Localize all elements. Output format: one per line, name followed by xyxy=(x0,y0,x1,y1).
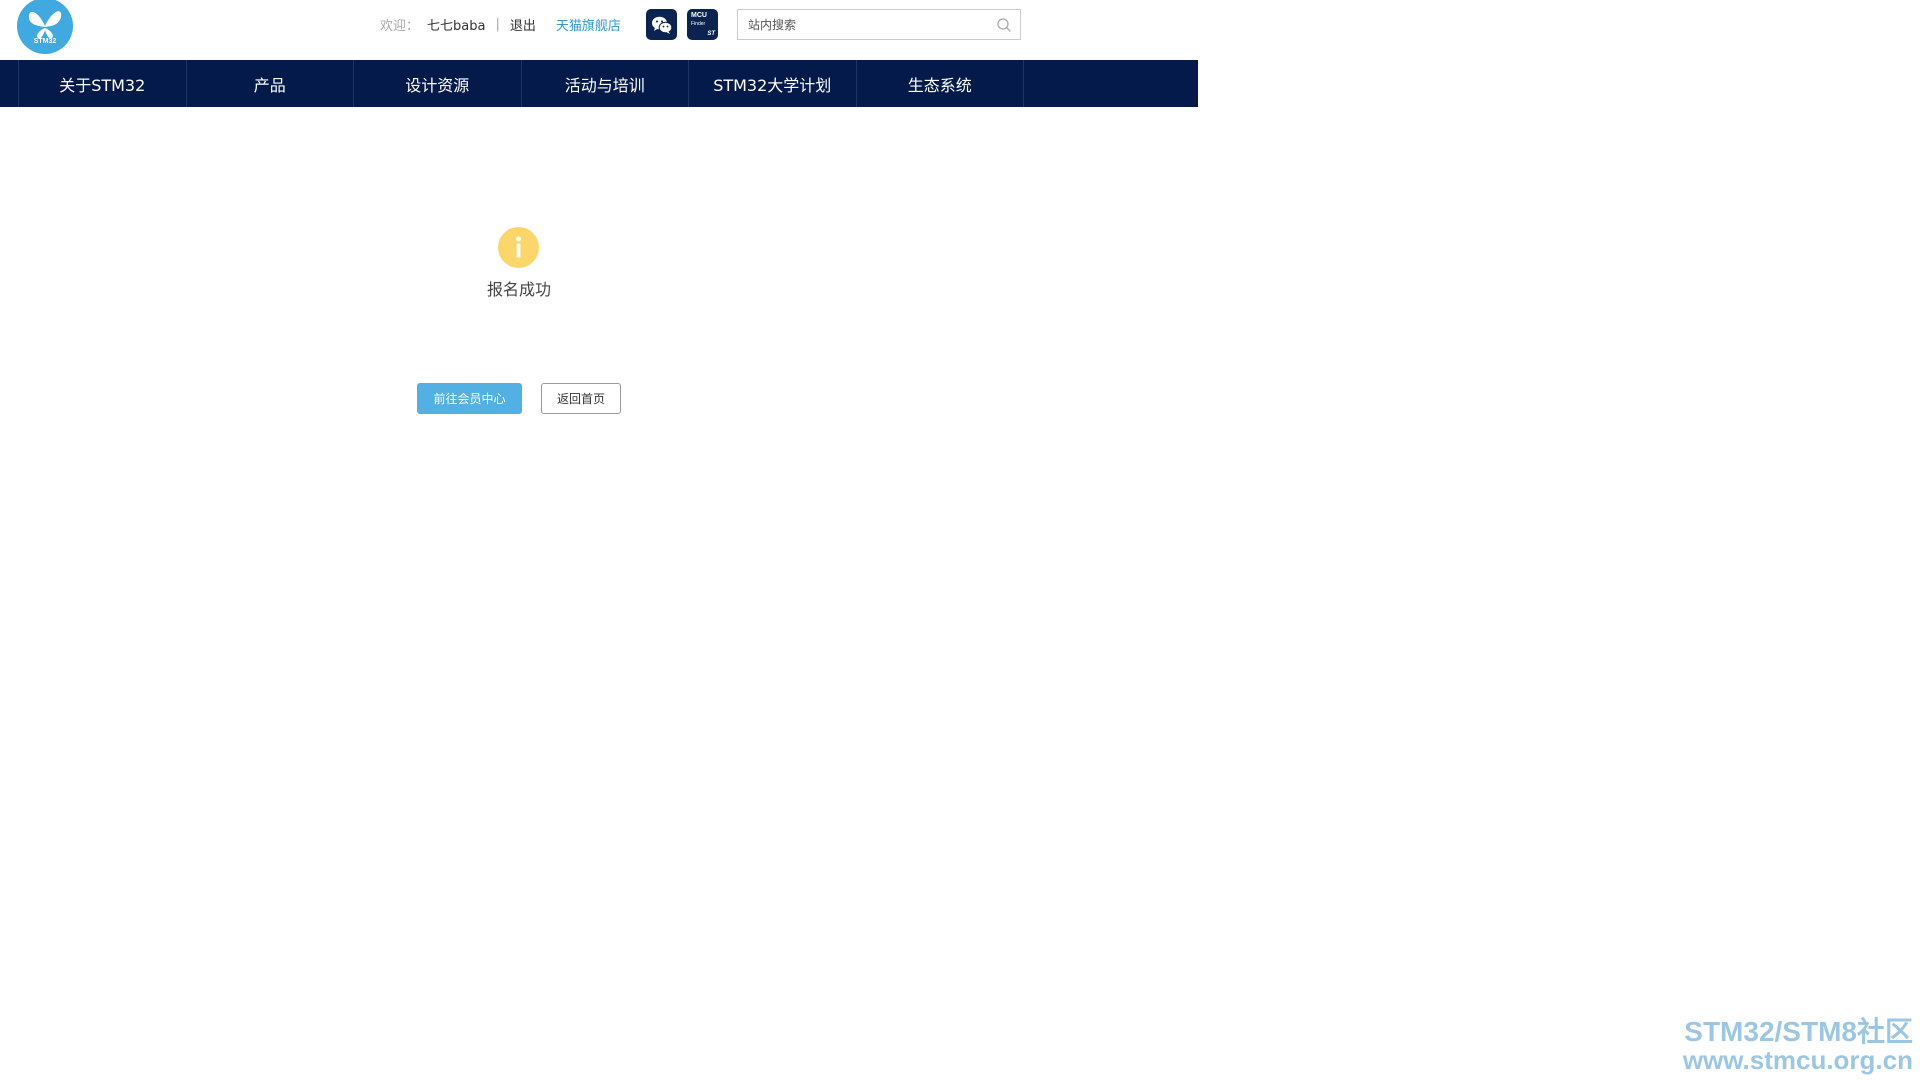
nav-item-events-training[interactable]: 活动与培训 xyxy=(522,60,689,107)
welcome-label: 欢迎： xyxy=(380,18,420,34)
nav-item-about-stm32[interactable]: 关于STM32 xyxy=(19,60,187,107)
main-nav: 关于STM32 产品 设计资源 活动与培训 STM32大学计划 生态系统 xyxy=(0,60,1198,107)
info-icon xyxy=(498,227,539,268)
back-to-home-button[interactable]: 返回首页 xyxy=(541,383,621,414)
mcu-finder-sublabel: Finder xyxy=(691,21,706,27)
nav-item-products[interactable]: 产品 xyxy=(187,60,354,107)
go-to-member-center-button[interactable]: 前往会员中心 xyxy=(417,383,522,414)
user-bar: 欢迎： 七七baba | 退出 天猫旗舰店 xyxy=(380,14,621,34)
username-link[interactable]: 七七baba xyxy=(427,15,485,34)
watermark-url: www.stmcu.org.cn xyxy=(1682,1045,1913,1075)
search-input[interactable] xyxy=(738,10,988,39)
nav-list: 关于STM32 产品 设计资源 活动与培训 STM32大学计划 生态系统 xyxy=(18,60,1024,107)
search-box xyxy=(737,9,1021,40)
stm32-logo[interactable]: STM32 xyxy=(16,0,74,54)
tmall-store-link[interactable]: 天猫旗舰店 xyxy=(556,15,621,34)
wechat-icon xyxy=(651,16,672,34)
success-message: 报名成功 xyxy=(486,280,551,299)
mcu-finder-button[interactable]: MCU Finder ST xyxy=(687,9,718,40)
logout-link[interactable]: 退出 xyxy=(510,15,536,34)
wechat-button[interactable] xyxy=(646,9,677,40)
site-watermark: STM32/STM8社区 www.stmcu.org.cn xyxy=(1683,1017,1913,1075)
st-brand-icon: ST xyxy=(707,31,715,37)
separator: | xyxy=(495,16,500,32)
nav-item-ecosystem[interactable]: 生态系统 xyxy=(857,60,1024,107)
logo-text: STM32 xyxy=(34,38,57,45)
search-icon[interactable] xyxy=(996,17,1012,33)
nav-item-university-program[interactable]: STM32大学计划 xyxy=(689,60,857,107)
watermark-title: STM32/STM8社区 xyxy=(1684,1016,1913,1047)
nav-item-design-resources[interactable]: 设计资源 xyxy=(354,60,522,107)
site-header: STM32 欢迎： 七七baba | 退出 天猫旗舰店 MCU Finder S… xyxy=(0,0,1198,60)
mcu-finder-label: MCU xyxy=(691,12,707,19)
